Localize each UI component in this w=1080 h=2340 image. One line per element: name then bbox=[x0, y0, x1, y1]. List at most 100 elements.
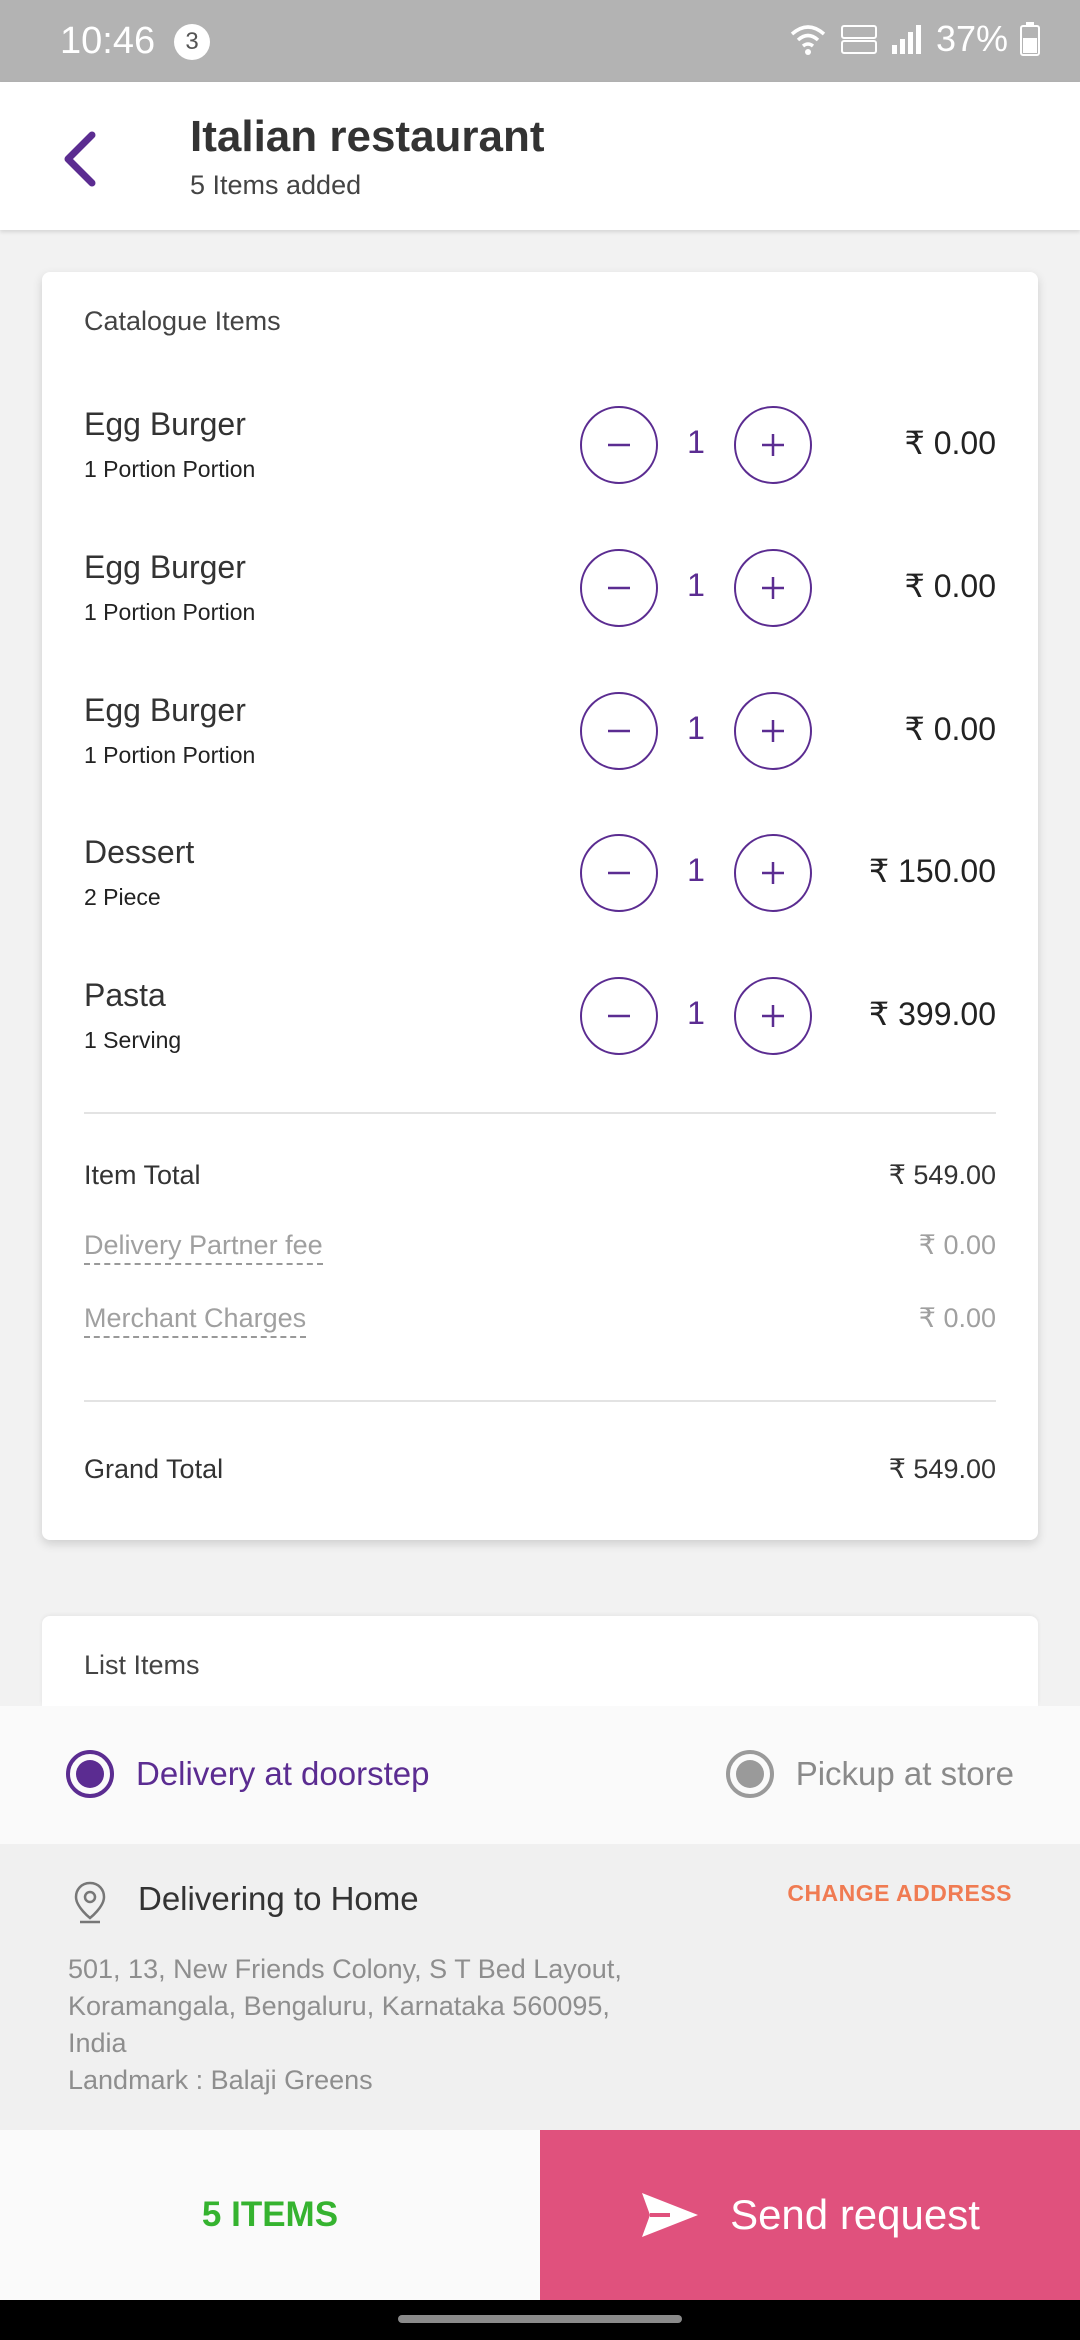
item-quantity: 1 bbox=[687, 567, 705, 603]
increase-quantity-button[interactable] bbox=[734, 549, 812, 627]
minus-icon bbox=[608, 871, 630, 875]
delivery-doorstep-option[interactable]: Delivery at doorstep bbox=[66, 1750, 429, 1798]
item-portion: 2 Piece bbox=[84, 884, 161, 910]
minus-icon bbox=[608, 443, 630, 447]
item-portion: 1 Portion Portion bbox=[84, 599, 256, 625]
item-price: ₹ 399.00 bbox=[868, 996, 996, 1032]
plus-icon bbox=[762, 1005, 784, 1027]
address-line: India bbox=[68, 2028, 127, 2058]
item-portion: 1 Serving bbox=[84, 1027, 182, 1053]
system-navigation-bar bbox=[0, 2300, 1080, 2340]
item-total-label: Item Total bbox=[84, 1160, 201, 1190]
item-price: ₹ 0.00 bbox=[904, 425, 996, 461]
item-price: ₹ 0.00 bbox=[904, 568, 996, 604]
catalogue-item: Egg Burger 1 Portion Portion 1 ₹ 0.00 bbox=[84, 406, 996, 506]
pickup-label: Pickup at store bbox=[795, 1755, 1014, 1792]
delivery-mode-selector: Delivery at doorstep Pickup at store bbox=[0, 1706, 1080, 1844]
radio-selected-icon[interactable] bbox=[66, 1750, 114, 1798]
minus-icon bbox=[608, 586, 630, 590]
wifi-icon bbox=[788, 22, 828, 56]
merchant-charges-row: Merchant Charges ₹ 0.00 bbox=[84, 1303, 996, 1353]
decrease-quantity-button[interactable] bbox=[580, 406, 658, 484]
battery-percentage: 37% bbox=[935, 18, 1008, 59]
delivery-fee-row: Delivery Partner fee ₹ 0.00 bbox=[84, 1230, 996, 1280]
item-price: ₹ 150.00 bbox=[868, 853, 996, 889]
increase-quantity-button[interactable] bbox=[734, 692, 812, 770]
catalogue-item: Egg Burger 1 Portion Portion 1 ₹ 0.00 bbox=[84, 549, 996, 649]
item-quantity: 1 bbox=[687, 852, 705, 888]
divider bbox=[84, 1400, 996, 1402]
plus-icon bbox=[762, 434, 784, 456]
delivery-fee-label[interactable]: Delivery Partner fee bbox=[84, 1230, 323, 1265]
item-quantity: 1 bbox=[687, 995, 705, 1031]
list-items-title: List Items bbox=[84, 1650, 200, 1680]
catalogue-item: Dessert 2 Piece 1 ₹ 150.00 bbox=[84, 834, 996, 934]
plus-icon bbox=[762, 862, 784, 884]
increase-quantity-button[interactable] bbox=[734, 406, 812, 484]
page-title: Italian restaurant bbox=[190, 112, 545, 161]
volte-icon bbox=[840, 22, 878, 56]
minus-icon bbox=[608, 729, 630, 733]
cart-screen: 10:46 3 37% Italian restaurant 5 Items a… bbox=[0, 0, 1080, 2340]
item-portion: 1 Portion Portion bbox=[84, 456, 256, 482]
change-address-button[interactable]: CHANGE ADDRESS bbox=[787, 1880, 1012, 1907]
bottom-action-bar: 5 ITEMS Send request bbox=[0, 2130, 1080, 2300]
decrease-quantity-button[interactable] bbox=[580, 977, 658, 1055]
items-count-button[interactable]: 5 ITEMS bbox=[0, 2130, 540, 2300]
item-name: Dessert bbox=[84, 834, 195, 870]
notification-badge: 3 bbox=[174, 24, 210, 60]
merchant-charges-value: ₹ 0.00 bbox=[918, 1303, 996, 1333]
landmark-line: Landmark : Balaji Greens bbox=[68, 2065, 373, 2095]
catalogue-item: Pasta 1 Serving 1 ₹ 399.00 bbox=[84, 977, 996, 1077]
delivery-fee-value: ₹ 0.00 bbox=[918, 1230, 996, 1260]
divider bbox=[84, 1112, 996, 1114]
app-header: Italian restaurant 5 Items added bbox=[0, 82, 1080, 230]
page-subtitle: 5 Items added bbox=[190, 170, 362, 200]
increase-quantity-button[interactable] bbox=[734, 977, 812, 1055]
grand-total-label: Grand Total bbox=[84, 1454, 224, 1484]
send-icon bbox=[642, 2193, 699, 2237]
chevron-left-icon bbox=[64, 131, 96, 187]
status-time: 10:46 bbox=[60, 20, 156, 62]
delivering-to-label: Delivering to Home bbox=[138, 1880, 419, 1917]
item-price: ₹ 0.00 bbox=[904, 711, 996, 747]
decrease-quantity-button[interactable] bbox=[580, 834, 658, 912]
address-line: Koramangala, Bengaluru, Karnataka 560095… bbox=[68, 1991, 610, 2021]
item-name: Egg Burger bbox=[84, 549, 246, 585]
catalogue-title: Catalogue Items bbox=[84, 306, 281, 336]
plus-icon bbox=[762, 577, 784, 599]
increase-quantity-button[interactable] bbox=[734, 834, 812, 912]
grand-total-value: ₹ 549.00 bbox=[888, 1454, 996, 1484]
item-name: Pasta bbox=[84, 977, 166, 1013]
item-quantity: 1 bbox=[687, 424, 705, 460]
decrease-quantity-button[interactable] bbox=[580, 549, 658, 627]
item-quantity: 1 bbox=[687, 710, 705, 746]
plus-icon bbox=[762, 720, 784, 742]
list-items-card: List Items bbox=[42, 1616, 1038, 1706]
send-request-label: Send request bbox=[730, 2191, 980, 2238]
status-bar: 10:46 3 37% bbox=[0, 0, 1080, 82]
delivery-address-section: Delivering to Home CHANGE ADDRESS 501, 1… bbox=[0, 1844, 1080, 2130]
item-total-value: ₹ 549.00 bbox=[888, 1160, 996, 1190]
merchant-charges-label[interactable]: Merchant Charges bbox=[84, 1303, 307, 1338]
radio-unselected-icon[interactable] bbox=[725, 1750, 774, 1798]
address-line: 501, 13, New Friends Colony, S T Bed Lay… bbox=[68, 1954, 622, 1984]
back-button[interactable] bbox=[50, 124, 110, 194]
item-total-row: Item Total ₹ 549.00 bbox=[84, 1160, 996, 1210]
signal-icon bbox=[890, 23, 924, 55]
minus-icon bbox=[608, 1014, 630, 1018]
catalogue-item: Egg Burger 1 Portion Portion 1 ₹ 0.00 bbox=[84, 692, 996, 792]
item-name: Egg Burger bbox=[84, 692, 246, 728]
home-gesture-handle[interactable] bbox=[398, 2315, 682, 2323]
location-pin-icon bbox=[72, 1880, 108, 1929]
send-request-button[interactable]: Send request bbox=[540, 2130, 1080, 2300]
status-icons: 37% bbox=[788, 18, 1040, 60]
catalogue-card: Catalogue Items Egg Burger 1 Portion Por… bbox=[42, 272, 1038, 1540]
pickup-store-option[interactable]: Pickup at store bbox=[725, 1750, 1014, 1798]
grand-total-row: Grand Total ₹ 549.00 bbox=[84, 1454, 996, 1504]
decrease-quantity-button[interactable] bbox=[580, 692, 658, 770]
doorstep-label: Delivery at doorstep bbox=[136, 1755, 430, 1792]
item-name: Egg Burger bbox=[84, 406, 246, 442]
item-portion: 1 Portion Portion bbox=[84, 742, 256, 768]
battery-icon bbox=[1020, 22, 1040, 56]
